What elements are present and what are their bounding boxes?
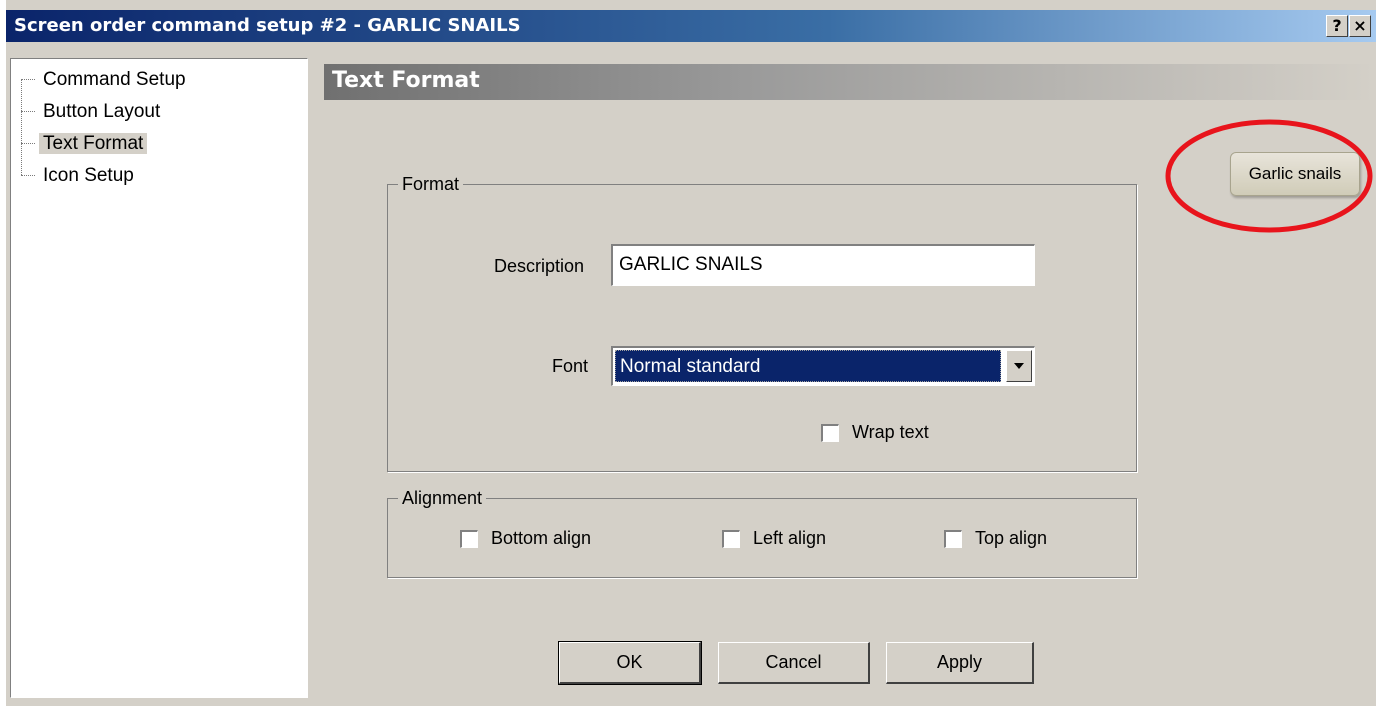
apply-button[interactable]: Apply	[886, 642, 1034, 684]
top-align-label: Top align	[975, 528, 1048, 548]
section-title: Text Format	[332, 68, 480, 93]
top-align-checkbox[interactable]	[944, 530, 962, 548]
left-align-label: Left align	[753, 528, 827, 548]
description-label: Description	[494, 256, 585, 276]
highlight-circle-annotation	[1165, 119, 1373, 233]
tree-branch	[21, 175, 35, 177]
tree-branch	[21, 79, 35, 81]
font-label: Font	[552, 356, 589, 376]
description-input[interactable]: GARLIC SNAILS	[611, 244, 1035, 286]
alignment-group-legend: Alignment	[398, 486, 487, 510]
wrap-text-label: Wrap text	[852, 422, 929, 442]
bottom-align-label: Bottom align	[491, 528, 592, 548]
title-bar[interactable]: Screen order command setup #2 - GARLIC S…	[6, 10, 1376, 42]
tree-item-label: Command Setup	[43, 69, 186, 90]
tree-item-text-format[interactable]: Text Format	[21, 129, 148, 159]
tree-branch	[21, 111, 35, 113]
close-button[interactable]: ×	[1349, 15, 1371, 37]
tree-item-command-setup[interactable]: Command Setup	[21, 65, 190, 95]
font-select[interactable]: Normal standard	[611, 346, 1035, 386]
font-dropdown-button[interactable]	[1006, 350, 1032, 382]
ok-button[interactable]: OK	[558, 641, 702, 685]
tree-item-label: Icon Setup	[43, 165, 134, 186]
settings-tree: Command Setup Button Layout Text Format …	[10, 58, 308, 698]
wrap-text-checkbox[interactable]	[821, 424, 839, 442]
tree-branch	[21, 143, 35, 145]
tree-item-label: Button Layout	[43, 101, 161, 122]
chevron-down-icon	[1014, 363, 1024, 369]
dialog-window: Screen order command setup #2 - GARLIC S…	[6, 0, 1376, 706]
help-button[interactable]: ?	[1326, 15, 1348, 37]
format-group-legend: Format	[398, 172, 464, 196]
section-header: Text Format	[324, 64, 1376, 100]
format-group: Format	[387, 172, 1137, 472]
font-selected-value: Normal standard	[615, 350, 1001, 382]
tree-item-label: Text Format	[39, 133, 148, 154]
left-align-checkbox[interactable]	[722, 530, 740, 548]
tree-item-button-layout[interactable]: Button Layout	[21, 97, 164, 127]
tree-item-icon-setup[interactable]: Icon Setup	[21, 161, 138, 191]
bottom-align-checkbox[interactable]	[460, 530, 478, 548]
cancel-button[interactable]: Cancel	[718, 642, 870, 684]
window-title: Screen order command setup #2 - GARLIC S…	[14, 15, 521, 36]
